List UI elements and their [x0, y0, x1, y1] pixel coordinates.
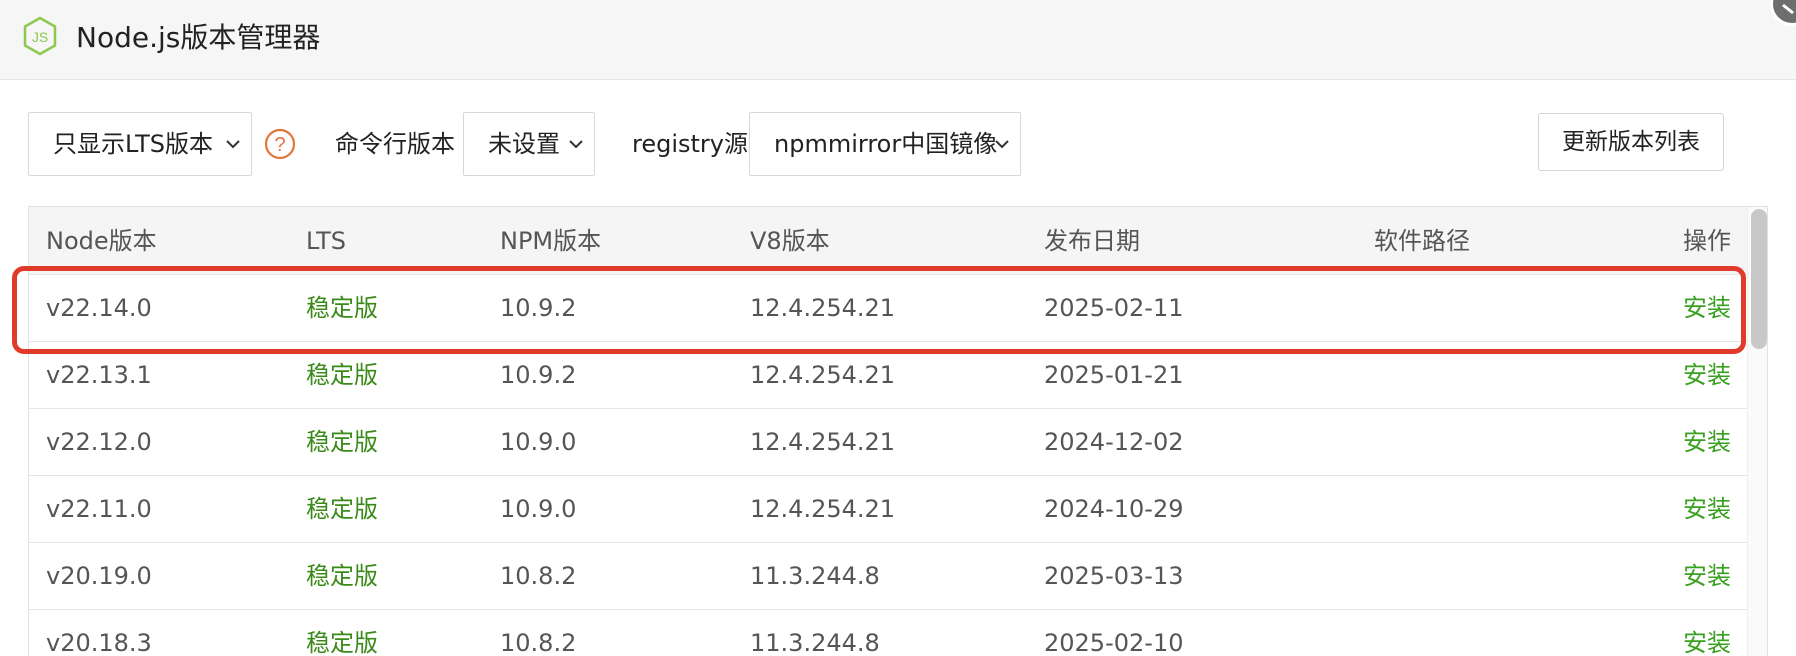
table-scrollbar[interactable] [1747, 207, 1767, 656]
npm-version-cell: 10.9.0 [500, 428, 577, 456]
install-button[interactable]: 安装 [1683, 409, 1731, 476]
table-row: v22.11.0 稳定版 10.9.0 12.4.254.21 2024-10-… [29, 476, 1747, 543]
v8-version-cell: 11.3.244.8 [750, 562, 880, 590]
cli-version-label: 命令行版本 [335, 130, 455, 158]
node-version-cell: v22.12.0 [46, 428, 152, 456]
release-date-cell: 2024-10-29 [1044, 495, 1184, 523]
node-version-cell: v22.11.0 [46, 495, 152, 523]
scrollbar-thumb[interactable] [1751, 209, 1767, 349]
cli-version-value: 未设置 [488, 130, 560, 158]
question-circle-icon[interactable]: ? [264, 128, 296, 160]
title-bar: JS Node.js版本管理器 [0, 0, 1796, 80]
registry-select[interactable]: npmmirror中国镜像 [749, 112, 1021, 176]
lts-filter-select[interactable]: 只显示LTS版本 [28, 112, 252, 176]
table-row: v22.14.0 稳定版 10.9.2 12.4.254.21 2025-02-… [29, 275, 1747, 342]
table-row: v22.13.1 稳定版 10.9.2 12.4.254.21 2025-01-… [29, 342, 1747, 409]
table-row: v20.19.0 稳定版 10.8.2 11.3.244.8 2025-03-1… [29, 543, 1747, 610]
npm-version-cell: 10.9.2 [500, 361, 577, 389]
chevron-down-icon [995, 140, 1009, 149]
column-header-lts: LTS [306, 227, 346, 255]
column-header-action: 操作 [1683, 227, 1731, 255]
v8-version-cell: 12.4.254.21 [750, 428, 896, 456]
chevron-down-icon [569, 140, 583, 149]
column-header-release-date: 发布日期 [1044, 227, 1140, 255]
v8-version-cell: 12.4.254.21 [750, 495, 896, 523]
column-header-node-version: Node版本 [46, 227, 157, 255]
lts-cell: 稳定版 [306, 428, 378, 456]
install-button[interactable]: 安装 [1683, 543, 1731, 610]
npm-version-cell: 10.8.2 [500, 562, 577, 590]
v8-version-cell: 11.3.244.8 [750, 629, 880, 656]
lts-cell: 稳定版 [306, 294, 378, 322]
nodejs-hexagon-icon: JS [23, 16, 57, 56]
chevron-down-icon [226, 140, 240, 149]
svg-text:JS: JS [32, 29, 48, 45]
registry-label: registry源 [632, 130, 748, 158]
column-header-npm-version: NPM版本 [500, 227, 602, 255]
lts-cell: 稳定版 [306, 495, 378, 523]
lts-cell: 稳定版 [306, 629, 378, 656]
install-button[interactable]: 安装 [1683, 342, 1731, 409]
refresh-version-list-button[interactable]: 更新版本列表 [1538, 113, 1724, 171]
node-version-cell: v20.19.0 [46, 562, 152, 590]
lts-cell: 稳定版 [306, 361, 378, 389]
install-button[interactable]: 安装 [1683, 275, 1731, 342]
column-header-v8-version: V8版本 [750, 227, 830, 255]
install-button[interactable]: 安装 [1683, 610, 1731, 656]
svg-text:?: ? [274, 134, 285, 156]
npm-version-cell: 10.8.2 [500, 629, 577, 656]
release-date-cell: 2024-12-02 [1044, 428, 1184, 456]
versions-table: Node版本 LTS NPM版本 V8版本 发布日期 软件路径 操作 v22.1… [28, 206, 1768, 656]
release-date-cell: 2025-02-11 [1044, 294, 1184, 322]
npm-version-cell: 10.9.0 [500, 495, 577, 523]
release-date-cell: 2025-03-13 [1044, 562, 1184, 590]
release-date-cell: 2025-01-21 [1044, 361, 1184, 389]
cli-version-select[interactable]: 未设置 [463, 112, 595, 176]
lts-filter-value: 只显示LTS版本 [53, 130, 213, 158]
table-row: v20.18.3 稳定版 10.8.2 11.3.244.8 2025-02-1… [29, 610, 1747, 656]
lts-cell: 稳定版 [306, 562, 378, 590]
v8-version-cell: 12.4.254.21 [750, 294, 896, 322]
table-header: Node版本 LTS NPM版本 V8版本 发布日期 软件路径 操作 [29, 207, 1747, 275]
install-button[interactable]: 安装 [1683, 476, 1731, 543]
release-date-cell: 2025-02-10 [1044, 629, 1184, 656]
node-version-cell: v20.18.3 [46, 629, 152, 656]
v8-version-cell: 12.4.254.21 [750, 361, 896, 389]
table-row: v22.12.0 稳定版 10.9.0 12.4.254.21 2024-12-… [29, 409, 1747, 476]
node-version-cell: v22.13.1 [46, 361, 152, 389]
node-version-cell: v22.14.0 [46, 294, 152, 322]
window-title: Node.js版本管理器 [76, 21, 321, 54]
npm-version-cell: 10.9.2 [500, 294, 577, 322]
column-header-install-path: 软件路径 [1374, 227, 1470, 255]
registry-value: npmmirror中国镜像 [774, 130, 998, 158]
node-version-manager-window: JS Node.js版本管理器 只显示LTS版本 ? 命令行版本 未设置 reg… [0, 0, 1796, 656]
